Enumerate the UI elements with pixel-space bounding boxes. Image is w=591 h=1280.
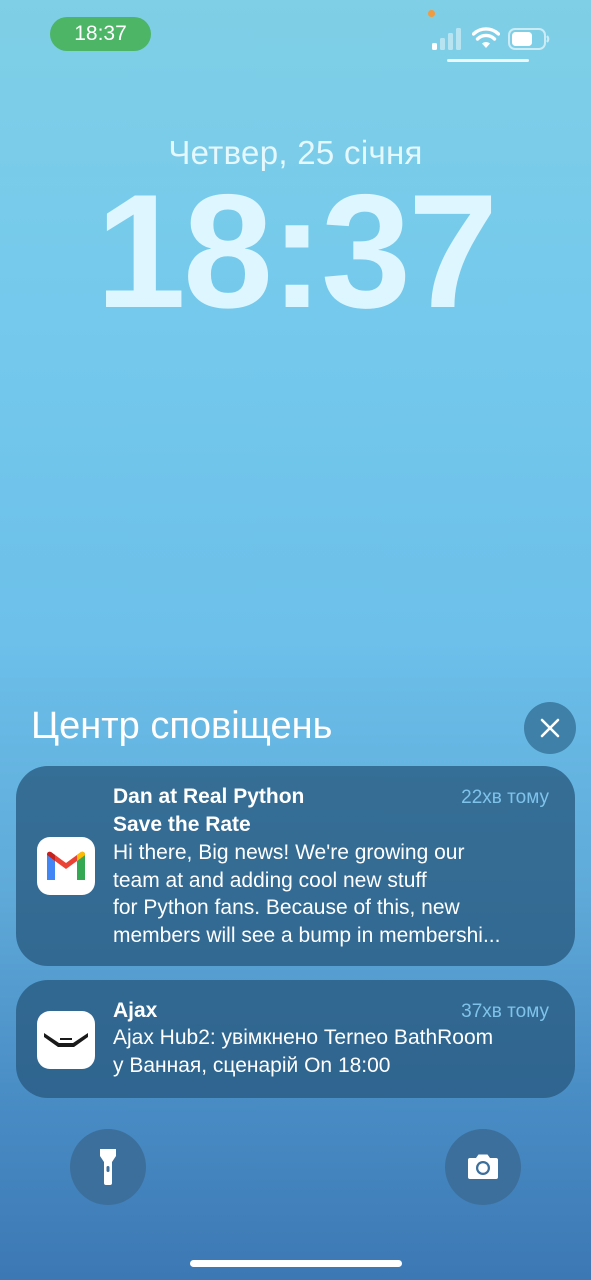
home-indicator[interactable] [190, 1260, 402, 1267]
notification-body-line: team at and adding cool new stuff [113, 868, 427, 892]
notification-time: 22хв тому [461, 787, 549, 808]
notification-subject: Save the Rate [113, 813, 251, 836]
status-underline [447, 59, 529, 62]
gmail-app-icon [37, 837, 95, 895]
battery-icon [508, 28, 550, 50]
flashlight-button[interactable] [70, 1129, 146, 1205]
close-icon [540, 718, 560, 738]
notification-body-line: Hi there, Big news! We're growing our [113, 841, 465, 864]
notification-center-title: Центр сповіщень [31, 705, 333, 747]
notification-sender: Ajax [113, 999, 158, 1022]
ajax-icon [44, 1033, 88, 1047]
camera-button[interactable] [445, 1129, 521, 1205]
lock-clock: 18:37 [95, 161, 498, 342]
notification-body-line: у Ванная, сценарій On 18:00 [113, 1053, 391, 1077]
notification-body-line: members will see a bump in membershi... [113, 923, 501, 947]
gmail-icon [47, 851, 85, 880]
wifi-icon [472, 27, 500, 48]
notification-ajax[interactable]: Ajax 37хв тому Ajax Hub2: увімкнено Tern… [16, 980, 575, 1098]
notification-body-line: Ajax Hub2: увімкнено Terneo BathRoom [113, 1026, 494, 1049]
status-bar: 18:37 [0, 0, 591, 70]
notification-gmail[interactable]: Dan at Real Python 22хв тому Save the Ra… [16, 766, 575, 966]
notification-body: Hi there, Big news! We're growing our te… [113, 839, 553, 949]
signal-icon [432, 28, 461, 50]
notification-time: 37хв тому [461, 1001, 549, 1022]
camera-icon [468, 1154, 498, 1179]
flashlight-icon [100, 1149, 116, 1185]
privacy-indicator-dot [428, 10, 435, 17]
notification-body-line: for Python fans. Because of this, new [113, 896, 460, 919]
clear-notifications-button[interactable] [524, 702, 576, 754]
ajax-app-icon [37, 1011, 95, 1069]
notification-body: Ajax Hub2: увімкнено Terneo BathRoom у В… [113, 1024, 553, 1079]
notification-sender: Dan at Real Python [113, 785, 305, 808]
status-time[interactable]: 18:37 [50, 17, 151, 51]
